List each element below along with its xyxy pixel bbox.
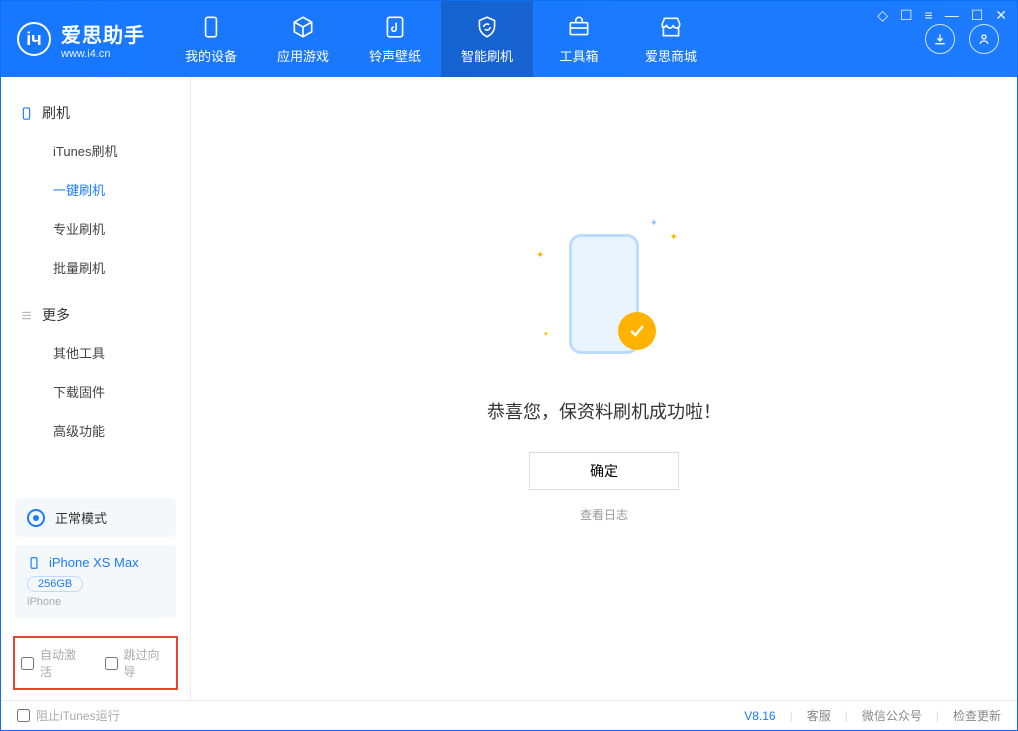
tab-label: 爱思商城 [645,46,697,65]
user-button[interactable] [969,24,999,54]
toolbox-icon [566,14,592,40]
feedback-icon[interactable]: ☐ [900,7,913,24]
tab-label: 应用游戏 [277,46,329,65]
main-tabs: 我的设备 应用游戏 铃声壁纸 智能刷机 工具箱 爱思商城 [165,1,925,77]
sidebar-item-other-tools[interactable]: 其他工具 [1,333,190,372]
auto-activate-input[interactable] [21,657,34,670]
tab-label: 我的设备 [185,46,237,65]
mode-indicator-icon [27,509,45,527]
download-icon [932,31,948,47]
tab-label: 智能刷机 [461,46,513,65]
tab-smart-flash[interactable]: 智能刷机 [441,1,533,77]
close-button[interactable]: ✕ [995,7,1007,24]
store-icon [658,14,684,40]
cube-icon [290,14,316,40]
user-icon [976,31,992,47]
support-link[interactable]: 客服 [807,707,831,724]
menu-icon[interactable]: ≡ [925,7,933,24]
sidebar-item-pro-flash[interactable]: 专业刷机 [1,209,190,248]
tab-my-device[interactable]: 我的设备 [165,1,257,77]
titlebar: iч 爱思助手 www.i4.cn 我的设备 应用游戏 铃声壁纸 智能刷机 [1,1,1017,77]
tab-apps[interactable]: 应用游戏 [257,1,349,77]
sidebar-item-itunes-flash[interactable]: iTunes刷机 [1,131,190,170]
window-controls: ◇ ☐ ≡ — ☐ ✕ [877,7,1007,24]
block-itunes-checkbox[interactable]: 阻止iTunes运行 [17,707,120,724]
list-icon [19,308,34,323]
version-label: V8.16 [744,709,775,723]
phone-icon [198,14,224,40]
sidebar-item-advanced[interactable]: 高级功能 [1,411,190,450]
tab-label: 工具箱 [559,46,598,65]
view-log-link[interactable]: 查看日志 [580,506,628,523]
wechat-link[interactable]: 微信公众号 [862,707,922,724]
app-name: 爱思助手 [61,19,145,48]
phone-small-icon [27,556,41,570]
sidebar-group-more: 更多 [1,297,190,333]
check-icon [618,312,656,350]
device-mode-box[interactable]: 正常模式 [15,498,176,537]
tab-label: 铃声壁纸 [369,46,421,65]
skip-guide-checkbox[interactable]: 跳过向导 [105,646,171,680]
device-type: iPhone [27,596,164,608]
sidebar: 刷机 iTunes刷机 一键刷机 专业刷机 批量刷机 更多 其他工具 下载固件 … [1,77,191,700]
device-icon [19,106,34,121]
maximize-button[interactable]: ☐ [971,7,984,24]
check-update-link[interactable]: 检查更新 [953,707,1001,724]
app-site: www.i4.cn [61,48,145,60]
status-bar: 阻止iTunes运行 V8.16 | 客服 | 微信公众号 | 检查更新 [1,700,1017,730]
minimize-button[interactable]: — [945,7,959,24]
tab-toolbox[interactable]: 工具箱 [533,1,625,77]
device-mode: 正常模式 [55,508,107,527]
block-itunes-input[interactable] [17,709,30,722]
theme-icon[interactable]: ◇ [877,7,888,24]
shield-refresh-icon [474,14,500,40]
options-highlight: 自动激活 跳过向导 [13,636,178,690]
tab-ringtones[interactable]: 铃声壁纸 [349,1,441,77]
app-logo: iч 爱思助手 www.i4.cn [1,1,165,77]
device-name: iPhone XS Max [49,555,139,570]
success-illustration: ✦ ✦ • ✦ [524,214,684,374]
auto-activate-checkbox[interactable]: 自动激活 [21,646,87,680]
device-info-box[interactable]: iPhone XS Max 256GB iPhone [15,545,176,618]
success-message: 恭喜您，保资料刷机成功啦！ [487,398,721,424]
main-panel: ✦ ✦ • ✦ 恭喜您，保资料刷机成功啦！ 确定 查看日志 [191,77,1017,700]
music-file-icon [382,14,408,40]
ok-button[interactable]: 确定 [529,452,679,490]
tab-store[interactable]: 爱思商城 [625,1,717,77]
logo-icon: iч [17,22,51,56]
sidebar-item-download-firmware[interactable]: 下载固件 [1,372,190,411]
device-storage: 256GB [27,576,83,592]
skip-guide-input[interactable] [105,657,118,670]
download-button[interactable] [925,24,955,54]
sidebar-group-flash: 刷机 [1,95,190,131]
sidebar-item-batch-flash[interactable]: 批量刷机 [1,248,190,287]
sidebar-item-oneclick-flash[interactable]: 一键刷机 [1,170,190,209]
